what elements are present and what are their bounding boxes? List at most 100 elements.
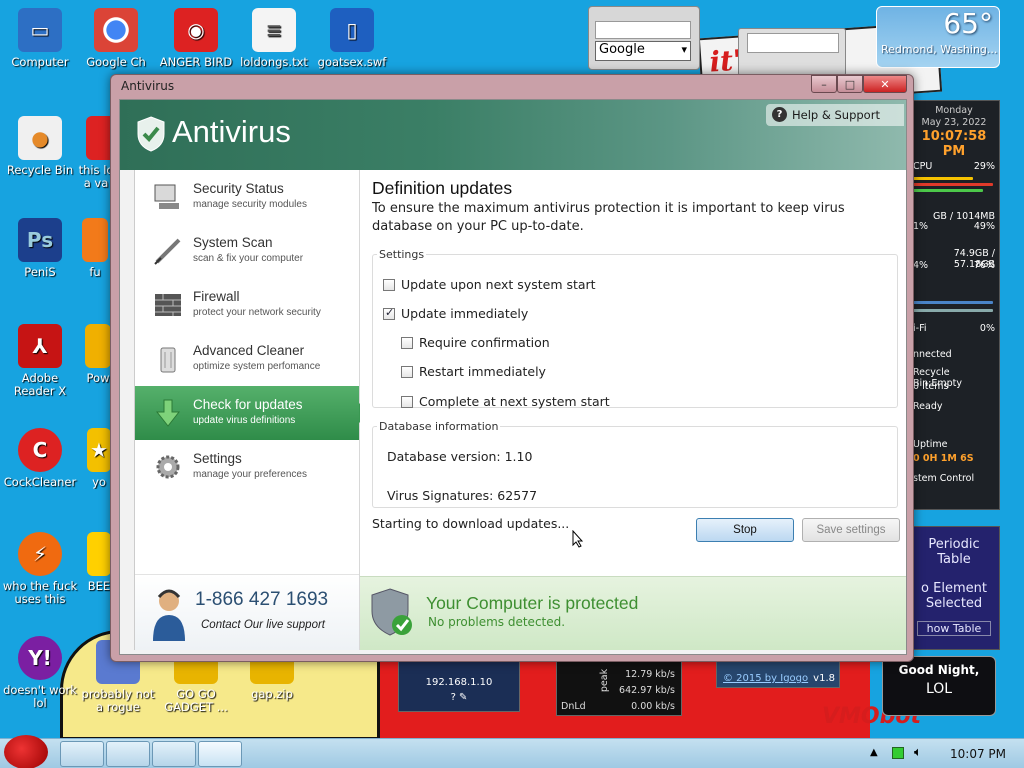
- nav-label: Check for updates: [193, 397, 303, 412]
- option-update-next-start[interactable]: Update upon next system start: [383, 277, 596, 292]
- calculator-gadget: [738, 28, 846, 76]
- weather-gadget[interactable]: 65° Redmond, Washing...: [876, 6, 1000, 68]
- desktop-icon-label: doesn't work lol: [3, 683, 77, 710]
- search-engine-select[interactable]: Google: [595, 41, 691, 61]
- desktop-icon-bee[interactable]: BEE: [86, 532, 112, 593]
- checkbox[interactable]: [401, 336, 413, 349]
- nav-settings[interactable]: Settings manage your preferences: [135, 440, 359, 494]
- nav-security-status[interactable]: Security Status manage security modules: [135, 170, 359, 224]
- desktop-icon-fu[interactable]: fu: [80, 218, 110, 279]
- sysmon-ready: Ready: [913, 401, 943, 412]
- lightning-icon: ⚡: [18, 532, 62, 576]
- start-button[interactable]: [4, 735, 48, 768]
- nav-system-scan[interactable]: System Scan scan & fix your computer: [135, 224, 359, 278]
- sysmon-cpu-bar-2: [913, 183, 993, 186]
- nav-label: Firewall: [193, 289, 240, 304]
- help-support-button[interactable]: ? Help & Support: [766, 104, 904, 126]
- option-label: Complete at next system start: [419, 394, 610, 409]
- network-tray-icon[interactable]: [892, 747, 904, 759]
- desktop-icon-computer[interactable]: ▭ Computer: [0, 8, 80, 69]
- nav-check-for-updates[interactable]: Check for updates update virus definitio…: [135, 386, 369, 440]
- bee-icon: [87, 532, 111, 576]
- desktop-icon-cockcleaner[interactable]: C CockCleaner: [0, 428, 80, 489]
- status-title: Your Computer is protected: [426, 593, 639, 613]
- checkbox-checked[interactable]: [383, 306, 395, 320]
- minimize-button[interactable]: –: [811, 75, 837, 93]
- desktop-icon-recycle-bin[interactable]: ● Recycle Bin: [0, 116, 80, 177]
- question-icon: ?: [772, 107, 787, 122]
- option-require-confirmation[interactable]: Require confirmation: [401, 335, 550, 350]
- desktop-icon-chrome[interactable]: Google Ch: [76, 8, 156, 69]
- taskbar-app-button[interactable]: [152, 741, 196, 767]
- goodnight-line-2: LOL: [925, 681, 953, 697]
- sysmon-cpu-bar: [913, 177, 973, 180]
- volume-icon[interactable]: 🔈︎: [914, 745, 922, 760]
- desktop-icon-label: BEE: [87, 579, 111, 593]
- checkbox[interactable]: [383, 278, 395, 291]
- maximize-button[interactable]: □: [837, 75, 863, 93]
- show-table-button[interactable]: how Table: [917, 621, 991, 636]
- sysmon-cpu-bar-3: [913, 189, 983, 192]
- desktop-icon-label: Computer: [11, 55, 69, 69]
- desktop-icon-adobe-reader[interactable]: ⅄ Adobe Reader X: [0, 324, 80, 398]
- desktop-icon-anger-bird[interactable]: ◉ ANGER BIRD: [156, 8, 236, 69]
- option-label: Restart immediately: [419, 364, 546, 379]
- ccleaner-icon: C: [18, 428, 62, 472]
- connection-copyright[interactable]: © 2015 by Igogo: [723, 673, 808, 684]
- close-button[interactable]: ✕: [863, 75, 907, 93]
- connection-version: v1.8: [813, 673, 835, 684]
- checkbox[interactable]: [401, 395, 413, 408]
- show-hidden-icons-icon[interactable]: ▲: [870, 747, 878, 758]
- taskbar-explorer-button[interactable]: [60, 741, 104, 767]
- desktop-icon-label: who the fuck uses this: [2, 579, 78, 606]
- live-support-panel[interactable]: 1-866 427 1693 Contact Our live support: [135, 574, 359, 650]
- trash-can-icon: [160, 347, 176, 373]
- nav-firewall[interactable]: Firewall protect your network security: [135, 278, 359, 332]
- checkbox[interactable]: [401, 365, 413, 378]
- desktop-icon-label: Google Ch: [86, 55, 146, 69]
- periodic-line-1: o Element: [921, 581, 987, 596]
- sysmon-connected: nnected: [913, 349, 952, 360]
- desktop-icon-label: GO GO GADGET ...: [164, 687, 228, 714]
- sysmon-cpu-value: 29%: [973, 161, 995, 172]
- option-label: Require confirmation: [419, 335, 550, 350]
- netspeed-r3: 0.00 kb/s: [631, 701, 675, 712]
- taskbar-antivirus-button[interactable]: [198, 741, 242, 767]
- page-description: To ensure the maximum antivirus protecti…: [372, 201, 845, 234]
- periodic-title-1: Periodic: [928, 537, 980, 552]
- text-file-icon: ≡: [252, 8, 296, 52]
- calculator-display[interactable]: [747, 33, 839, 53]
- nav-label: Security Status: [193, 181, 284, 196]
- option-restart-immediately[interactable]: Restart immediately: [401, 364, 546, 379]
- taskbar-chrome-button[interactable]: [106, 741, 150, 767]
- desktop-icon-label: gap.zip: [251, 687, 293, 701]
- antivirus-titlebar[interactable]: Antivirus – □ ✕: [111, 75, 913, 99]
- desktop-icon-who-uses-this[interactable]: ⚡ who the fuck uses this: [0, 532, 80, 606]
- support-agent-icon: [153, 589, 185, 641]
- save-settings-button[interactable]: Save settings: [802, 518, 900, 542]
- google-search-input[interactable]: [595, 21, 691, 39]
- nav-advanced-cleaner[interactable]: Advanced Cleaner optimize system perfoma…: [135, 332, 359, 386]
- mouse-cursor-icon: [572, 530, 584, 548]
- network-actions[interactable]: ? ✎: [399, 692, 519, 703]
- desktop-icon-pow[interactable]: Pow: [84, 324, 112, 385]
- stop-button[interactable]: Stop: [696, 518, 794, 542]
- desktop-icon-penis[interactable]: Ps PeniS: [0, 218, 80, 279]
- option-complete-next-start[interactable]: Complete at next system start: [401, 394, 610, 409]
- computer-icon: ▭: [18, 8, 62, 52]
- desktop-icon-label: Adobe Reader X: [13, 371, 67, 398]
- network-ip: 192.168.1.10: [425, 677, 493, 688]
- desktop-icon-goatsex[interactable]: ▯ goatsex.swf: [312, 8, 392, 69]
- option-update-immediately[interactable]: Update immediately: [383, 306, 528, 321]
- desktop-icon-yo[interactable]: ★ yo: [86, 428, 112, 489]
- sysmon-wifi-value: 0%: [979, 323, 995, 334]
- option-label: Update immediately: [401, 306, 529, 321]
- taskbar-clock[interactable]: 10:07 PM: [950, 747, 1006, 761]
- goodnight-line-1: Good Night,: [898, 663, 980, 677]
- nav-sublabel: manage your preferences: [193, 469, 307, 480]
- firefox-icon: [82, 218, 108, 262]
- update-progress-text: Starting to download updates...: [372, 516, 570, 531]
- desktop-icon-loldongs[interactable]: ≡ loldongs.txt: [234, 8, 314, 69]
- desktop-icon-yahoo[interactable]: Y! doesn't work lol: [0, 636, 80, 710]
- settings-legend: Settings: [379, 248, 425, 261]
